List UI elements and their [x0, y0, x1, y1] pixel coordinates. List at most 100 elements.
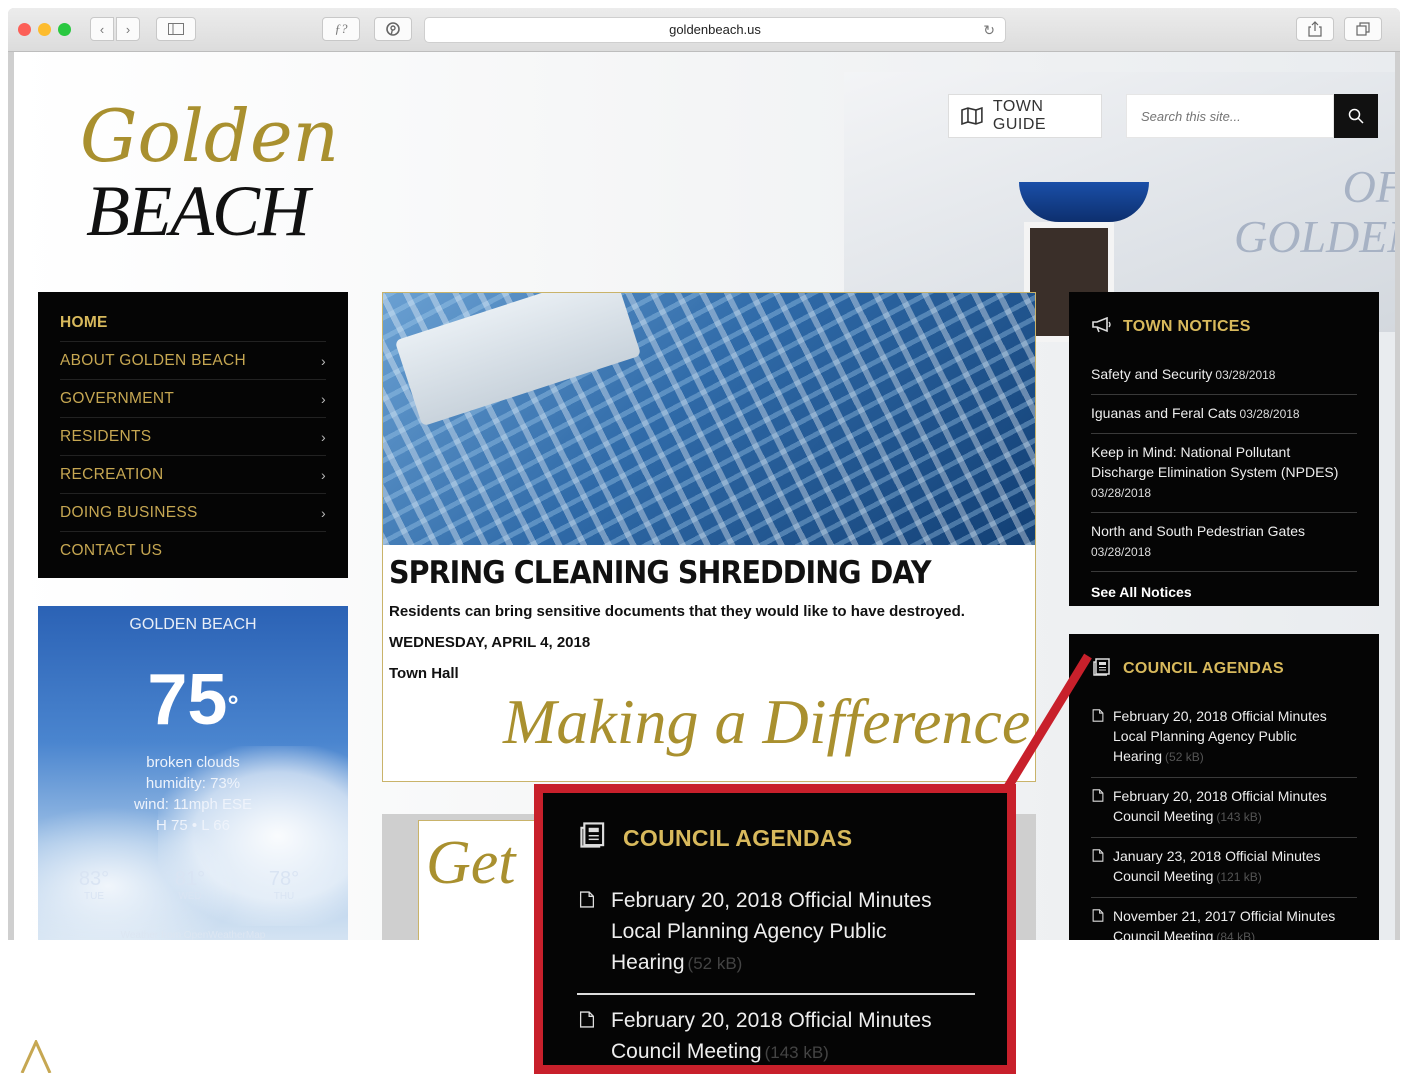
notice-title: Safety and Security	[1091, 366, 1213, 382]
back-button[interactable]: ‹	[90, 17, 114, 41]
nav-item-label: GOVERNMENT	[60, 389, 175, 407]
zoom-callout: COUNCIL AGENDAS February 20, 2018 Offici…	[534, 784, 1016, 1074]
forecast-day: 83° TUE	[64, 868, 124, 902]
town-notices-title: TOWN NOTICES	[1123, 318, 1251, 335]
map-icon	[961, 107, 983, 125]
address-bar[interactable]: goldenbeach.us ↻	[424, 17, 1006, 43]
agenda-text: February 20, 2018 Official Minutes Local…	[611, 885, 975, 979]
nav-item-label: RESIDENTS	[60, 427, 152, 445]
banner-date: WEDNESDAY, APRIL 4, 2018	[389, 634, 591, 651]
chevron-right-icon: ›	[125, 21, 131, 37]
agenda-title: February 20, 2018 Official Minutes Local…	[611, 889, 932, 974]
share-icon	[1308, 21, 1322, 37]
pinterest-button[interactable]	[374, 17, 412, 41]
notice-title: North and South Pedestrian Gates	[1091, 523, 1306, 539]
nav-item-label: ABOUT GOLDEN BEACH	[60, 351, 246, 369]
agenda-item[interactable]: February 20, 2018 Official Minutes Local…	[1091, 698, 1357, 778]
forecast-day: 78° THU	[254, 868, 314, 902]
chevron-right-icon: ›	[321, 466, 326, 483]
agenda-text: November 21, 2017 Official Minutes Counc…	[1113, 906, 1357, 940]
notice-title: Iguanas and Feral Cats	[1091, 405, 1237, 421]
search-input[interactable]	[1126, 94, 1334, 138]
tabs-button[interactable]	[1344, 17, 1382, 41]
search-button[interactable]	[1334, 94, 1378, 138]
building-sign: OF GOLDEN	[1234, 161, 1395, 262]
logo-golden[interactable]: Golden	[80, 94, 339, 178]
secondary-banner-tagline: Get	[426, 829, 516, 897]
agenda-item[interactable]: January 23, 2018 Official Minutes Counci…	[1091, 838, 1357, 898]
featured-banner[interactable]: SPRING CLEANING SHREDDING DAY Residents …	[382, 292, 1036, 782]
agenda-text: February 20, 2018 Official Minutes Counc…	[1113, 786, 1357, 827]
agenda-text: February 20, 2018 Official Minutes Counc…	[611, 1005, 975, 1068]
function-icon: ƒ?	[334, 21, 348, 36]
sidebar-icon	[168, 23, 184, 35]
forward-button[interactable]: ›	[116, 17, 140, 41]
town-guide-label: TOWN GUIDE	[992, 98, 1047, 133]
weather-widget: GOLDEN BEACH 75° broken clouds humidity:…	[38, 606, 348, 940]
degree-symbol: °	[227, 690, 239, 721]
file-size: (143 kB)	[764, 1043, 829, 1062]
agenda-text: February 20, 2018 Official Minutes Local…	[1113, 706, 1357, 767]
agenda-title: February 20, 2018 Official Minutes Local…	[1113, 708, 1327, 764]
notice-item[interactable]: Keep in Mind: National Pollutant Dischar…	[1091, 434, 1357, 513]
maximize-window-button[interactable]	[58, 23, 71, 36]
notice-date: 03/28/2018	[1239, 407, 1300, 421]
pinterest-icon	[386, 22, 400, 36]
file-size: (52 kB)	[1165, 750, 1204, 764]
notice-item[interactable]: North and South Pedestrian Gates 03/28/20…	[1091, 513, 1357, 572]
agenda-text: January 23, 2018 Official Minutes Counci…	[1113, 846, 1357, 887]
notice-item[interactable]: Safety and Security 03/28/2018	[1091, 356, 1357, 395]
weather-humidity: humidity: 73%	[145, 775, 241, 792]
browser-toolbar: ‹ › ƒ? goldenbeach.us ↻	[8, 8, 1400, 52]
callout-agenda-item[interactable]: February 20, 2018 Official Minutes Counc…	[577, 995, 975, 1082]
newspaper-icon	[577, 821, 609, 855]
callout-header: COUNCIL AGENDAS	[577, 793, 975, 875]
banner-tagline: Making a Difference	[503, 686, 1031, 757]
share-button[interactable]	[1296, 17, 1334, 41]
logo-beach[interactable]: BEACH	[86, 170, 310, 253]
nav-item-recreation[interactable]: RECREATION ›	[60, 456, 326, 494]
minimize-window-button[interactable]	[38, 23, 51, 36]
nav-item-doing-business[interactable]: DOING BUSINESS ›	[60, 494, 326, 532]
document-icon	[579, 1011, 595, 1028]
weather-credit[interactable]: Weather from OpenWeatherMap	[38, 930, 348, 940]
chevron-right-icon: ›	[321, 352, 326, 369]
reload-icon[interactable]: ↻	[983, 18, 995, 42]
nav-item-home[interactable]: HOME	[60, 304, 326, 342]
weather-wind: wind: 11mph ESE	[133, 796, 253, 813]
see-all-notices-link[interactable]: See All Notices	[1091, 572, 1357, 600]
sidebar-toggle-button[interactable]	[156, 17, 196, 41]
file-size: (143 kB)	[1216, 810, 1262, 824]
nav-item-label: HOME	[60, 313, 108, 331]
document-icon	[1092, 909, 1104, 922]
agenda-item[interactable]: February 20, 2018 Official Minutes Counc…	[1091, 778, 1357, 838]
close-window-button[interactable]	[18, 23, 31, 36]
nav-item-government[interactable]: GOVERNMENT ›	[60, 380, 326, 418]
forecast-temp: 83°	[78, 868, 110, 890]
newspaper-icon	[1091, 657, 1113, 681]
nav-item-contact[interactable]: CONTACT US	[60, 532, 326, 570]
nav-item-residents[interactable]: RESIDENTS ›	[60, 418, 326, 456]
weather-city: GOLDEN BEACH	[129, 616, 257, 633]
callout-agenda-item[interactable]: February 20, 2018 Official Minutes Local…	[577, 875, 975, 995]
weather-temperature: 75°	[38, 660, 348, 740]
nav-item-label: DOING BUSINESS	[60, 503, 198, 521]
document-icon	[1092, 709, 1104, 722]
nav-item-about[interactable]: ABOUT GOLDEN BEACH ›	[60, 342, 326, 380]
agenda-item[interactable]: November 21, 2017 Official Minutes Counc…	[1091, 898, 1357, 940]
banner-title: SPRING CLEANING SHREDDING DAY	[389, 555, 931, 591]
main-navigation: HOME ABOUT GOLDEN BEACH › GOVERNMENT › RES…	[38, 292, 348, 578]
notice-item[interactable]: Iguanas and Feral Cats 03/28/2018	[1091, 395, 1357, 434]
notice-title: Keep in Mind: National Pollutant Dischar…	[1091, 444, 1339, 480]
forecast-label: THU	[273, 891, 295, 902]
file-size: (121 kB)	[1216, 870, 1262, 884]
extension-button[interactable]: ƒ?	[322, 17, 360, 41]
search-icon	[1348, 108, 1364, 124]
document-icon	[579, 891, 595, 908]
notice-date: 03/28/2018	[1091, 486, 1152, 500]
town-guide-button[interactable]: TOWN GUIDE	[948, 94, 1102, 138]
town-notices-panel: TOWN NOTICES Safety and Security 03/28/20…	[1069, 292, 1379, 606]
document-icon	[1092, 849, 1104, 862]
banner-description: Residents can bring sensitive documents …	[389, 603, 965, 620]
weather-condition: broken clouds	[146, 754, 240, 771]
